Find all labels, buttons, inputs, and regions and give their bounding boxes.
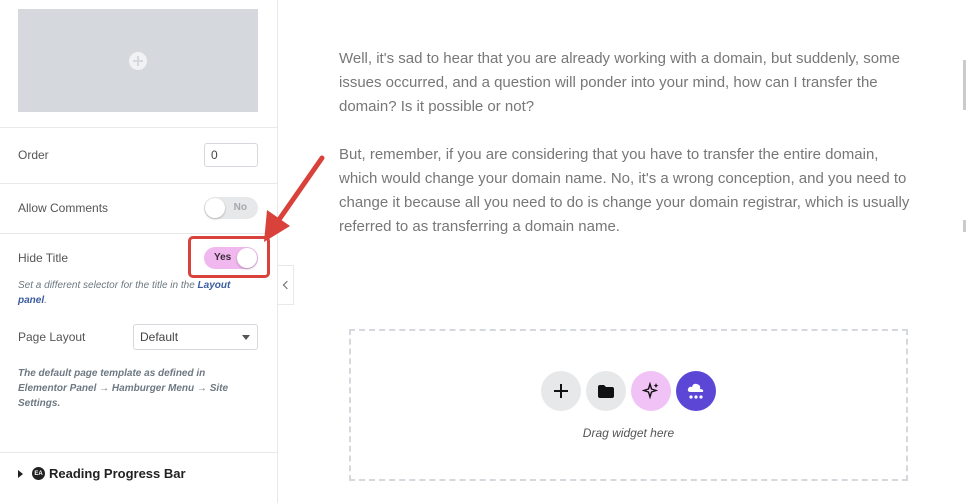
divider bbox=[0, 452, 278, 453]
collapse-panel-button[interactable] bbox=[278, 265, 294, 305]
widget-drop-zone[interactable]: Drag widget here bbox=[349, 329, 908, 481]
hide-title-help: Set a different selector for the title i… bbox=[18, 278, 258, 308]
settings-panel: Order Allow Comments No Hide Title Yes S… bbox=[0, 0, 278, 503]
ai-sparkle-icon bbox=[642, 382, 659, 400]
section-title: Reading Progress Bar bbox=[49, 466, 186, 481]
caret-right-icon bbox=[18, 469, 23, 478]
page-layout-label: Page Layout bbox=[18, 330, 86, 344]
reading-progress-bar-section[interactable]: EA Reading Progress Bar bbox=[18, 466, 186, 481]
drag-widget-label: Drag widget here bbox=[582, 426, 675, 440]
divider bbox=[0, 183, 278, 184]
featured-image-placeholder[interactable] bbox=[18, 9, 258, 112]
order-label: Order bbox=[18, 148, 49, 162]
cloud-templates-button[interactable] bbox=[676, 371, 716, 411]
annotation-arrow bbox=[264, 155, 325, 242]
divider bbox=[0, 233, 278, 234]
page-layout-select[interactable]: Default bbox=[133, 324, 258, 350]
toggle-knob bbox=[205, 198, 225, 218]
toggle-state-text: No bbox=[233, 202, 247, 213]
ea-logo-icon: EA bbox=[32, 467, 45, 480]
caret-down-icon bbox=[242, 335, 250, 340]
help-text-suffix: . bbox=[44, 295, 47, 306]
hide-title-label: Hide Title bbox=[18, 251, 69, 265]
folder-icon bbox=[598, 384, 614, 398]
content-paragraph: But, remember, if you are considering th… bbox=[339, 146, 910, 235]
add-template-button[interactable] bbox=[586, 371, 626, 411]
divider bbox=[0, 127, 278, 128]
add-section-button[interactable] bbox=[541, 371, 581, 411]
allow-comments-label: Allow Comments bbox=[18, 201, 109, 215]
add-icon bbox=[554, 384, 568, 398]
help-text-prefix: Set a different selector for the title i… bbox=[18, 280, 195, 291]
page-layout-selected: Default bbox=[140, 330, 179, 344]
content-paragraph: Well, it's sad to hear that you are alre… bbox=[339, 50, 900, 115]
chevron-left-icon bbox=[282, 280, 291, 290]
add-image-icon[interactable] bbox=[129, 51, 147, 70]
page-layout-help: The default page template as defined in … bbox=[18, 368, 229, 409]
ai-assistant-button[interactable] bbox=[631, 371, 671, 411]
cloud-icon bbox=[687, 383, 704, 399]
